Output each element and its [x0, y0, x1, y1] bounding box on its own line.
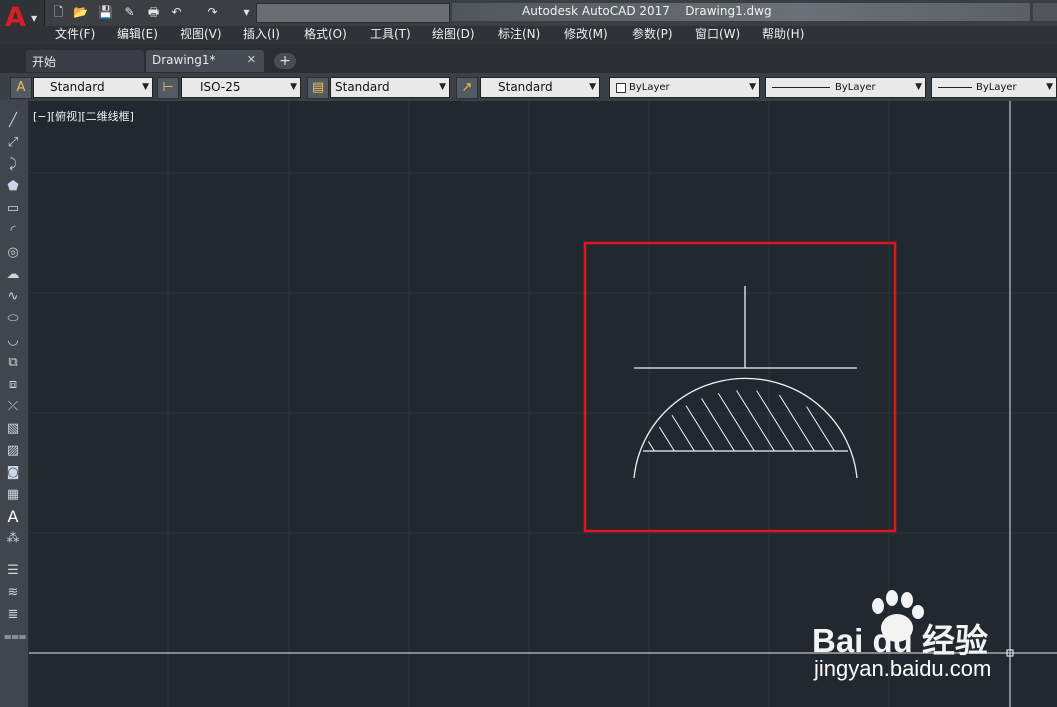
hatch-line [829, 390, 848, 451]
hatch-line [769, 390, 821, 451]
highlight-box [583, 241, 897, 533]
hatch-line [643, 390, 661, 451]
hatch-line [590, 380, 640, 460]
hatch-line [709, 390, 761, 451]
hatch-line [570, 380, 620, 460]
hatch-line [809, 390, 848, 451]
hatch-line [729, 390, 781, 451]
hatch-line [749, 390, 801, 451]
lamp-dome-arc [633, 377, 858, 479]
hatch-line [669, 390, 721, 451]
hatch-line [643, 390, 681, 451]
drawing-svg [29, 101, 1057, 707]
hatch-line [689, 390, 741, 451]
watermark-brand: Bai du 经验 [812, 622, 989, 659]
viewport-controls-label[interactable]: [−][俯视][二维线框] [33, 108, 134, 124]
lamp-drawing [570, 286, 858, 479]
watermark-url: jingyan.baidu.com [814, 656, 992, 681]
